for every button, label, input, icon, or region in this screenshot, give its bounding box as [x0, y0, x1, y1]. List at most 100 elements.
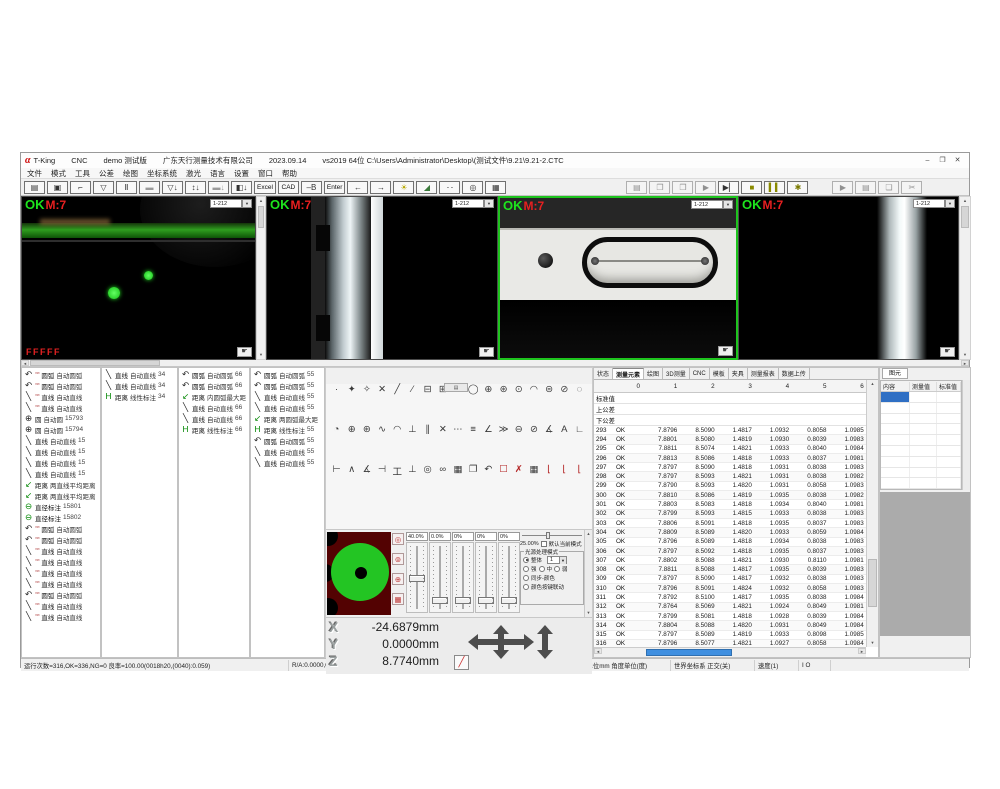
- toolbar-stage-button[interactable]: ▽: [93, 181, 114, 194]
- element-row[interactable]: [881, 457, 961, 468]
- list-item[interactable]: ↶圆弧自动圆弧55: [251, 380, 324, 391]
- list-item[interactable]: ↶***圆弧自动圆弧: [22, 380, 100, 391]
- tool-icon[interactable]: ✕: [377, 384, 388, 395]
- camera2-range-select[interactable]: 1-212▼: [452, 199, 484, 208]
- tool-icon[interactable]: ≫: [498, 424, 509, 435]
- list-item[interactable]: ╲***直线自动直线: [22, 578, 100, 589]
- toolbar-image-button[interactable]: ◢: [416, 181, 437, 194]
- menu-item[interactable]: 窗口: [258, 168, 273, 179]
- list-item[interactable]: ╲直线自动直线55: [251, 446, 324, 457]
- list-item[interactable]: ↶圆弧自动圆弧55: [251, 435, 324, 446]
- list-item[interactable]: ╲***直线自动直线: [22, 567, 100, 578]
- list-item[interactable]: ╲直线自动直线55: [251, 457, 324, 468]
- toolbar-magnifier-button[interactable]: ◎: [462, 181, 483, 194]
- measure-row[interactable]: 301OK7.88038.50831.48181.09340.80401.098…: [594, 500, 866, 509]
- toolbar-dash-button[interactable]: - -: [439, 181, 460, 194]
- list-item[interactable]: ↶***圆弧自动圆弧: [22, 534, 100, 545]
- scroll-right-icon[interactable]: ►: [858, 648, 866, 654]
- scroll-thumb[interactable]: [961, 206, 969, 228]
- toolbar-plug-button[interactable]: –B: [301, 181, 322, 194]
- menu-item[interactable]: 激光: [186, 168, 201, 179]
- channel-select[interactable]: 1▼: [547, 556, 567, 564]
- list-item[interactable]: ↙距离两圆弧最大距: [251, 413, 324, 424]
- measure-row[interactable]: 315OK7.87978.50891.48191.09330.80981.098…: [594, 631, 866, 640]
- light-channel-slider[interactable]: 40.0%: [406, 532, 428, 613]
- slider-track[interactable]: [452, 542, 474, 613]
- list-item[interactable]: ╲***直线自动直线: [22, 600, 100, 611]
- measure-row[interactable]: 299OK7.87908.50931.48201.09310.80581.098…: [594, 482, 866, 491]
- z-jog-arrows-icon[interactable]: [542, 634, 548, 650]
- list-item[interactable]: ↶***圆弧自动圆弧: [22, 589, 100, 600]
- tolerance-row[interactable]: 标准值: [594, 393, 866, 404]
- ring-light-on[interactable]: [331, 543, 389, 601]
- slider-track[interactable]: [475, 542, 497, 613]
- tool-icon[interactable]: ∧: [346, 464, 357, 478]
- tool-icon[interactable]: ⌊: [574, 464, 585, 478]
- tool-icon[interactable]: ⊛: [361, 424, 372, 435]
- toolbar-cad-button[interactable]: CAD: [278, 181, 299, 194]
- light-channel-slider[interactable]: 0%: [498, 532, 520, 613]
- camera3-range-select[interactable]: 1-212▼: [691, 200, 723, 209]
- toolbar-save-2-button[interactable]: ▤: [626, 181, 647, 194]
- scroll-left-icon[interactable]: ◄: [21, 360, 29, 366]
- tool-icon[interactable]: ⊕: [483, 384, 494, 395]
- list-item[interactable]: ╲直线自动直线55: [251, 391, 324, 402]
- measure-row[interactable]: 307OK7.88028.50881.48211.09300.81101.098…: [594, 556, 866, 565]
- grab-tool-icon[interactable]: ☛: [940, 347, 955, 357]
- tool-icon[interactable]: ⊕: [346, 424, 357, 435]
- measure-row[interactable]: 313OK7.87998.50811.48181.09280.80391.098…: [594, 612, 866, 621]
- list-item[interactable]: ╲直线自动直线15: [22, 435, 100, 446]
- tool-icon[interactable]: ↶: [483, 464, 494, 478]
- list-item[interactable]: ╲***直线自动直线: [22, 611, 100, 622]
- tool-icon[interactable]: ❐: [468, 464, 479, 478]
- camera-view-4[interactable]: OKM:7 1-212▼ ☛: [738, 196, 959, 360]
- list-item[interactable]: ╲直线自动直线34: [102, 380, 177, 391]
- scroll-thumb[interactable]: [868, 559, 877, 607]
- scroll-thumb[interactable]: [258, 206, 264, 228]
- tool-icon[interactable]: ▦: [453, 464, 464, 478]
- measure-row[interactable]: 308OK7.88118.50881.48171.09350.80391.098…: [594, 565, 866, 574]
- toolbar-play-2-button[interactable]: ▶: [832, 181, 853, 194]
- scroll-up-icon[interactable]: ▲: [867, 380, 878, 388]
- scroll-down-icon[interactable]: ▼: [257, 351, 265, 359]
- slider-track[interactable]: [498, 542, 520, 613]
- list-item[interactable]: H距离线性标注55: [251, 424, 324, 435]
- tool-icon[interactable]: ◌: [574, 384, 585, 395]
- toolbar-play-to-end-button[interactable]: ▶▏: [718, 181, 739, 194]
- camera-view-3-selected[interactable]: OKM:7 1-212▼ ☛: [498, 196, 738, 360]
- camera4-vscroll[interactable]: ▲ ▼: [959, 196, 971, 360]
- element-row[interactable]: [881, 468, 961, 479]
- list-item[interactable]: ╲***直线自动直线: [22, 545, 100, 556]
- light-mode-icon[interactable]: ⊕: [392, 573, 404, 585]
- list-item[interactable]: ↶圆弧自动圆弧66: [179, 369, 249, 380]
- camera1-range-select[interactable]: 1-212▼: [210, 199, 242, 208]
- tool-icon[interactable]: ✧: [361, 384, 372, 395]
- chevron-down-icon[interactable]: ▼: [945, 199, 955, 208]
- list-item[interactable]: ⊕圆自动圆15793: [22, 413, 100, 424]
- element-row[interactable]: [881, 403, 961, 414]
- camera1-vscroll[interactable]: ▲ ▼: [256, 196, 266, 360]
- measure-row[interactable]: 302OK7.87998.50931.48151.09330.80381.098…: [594, 510, 866, 519]
- radio-color-link[interactable]: [523, 584, 529, 590]
- tool-icon[interactable]: ◎: [422, 464, 433, 478]
- table-tab[interactable]: 状态: [594, 368, 613, 379]
- tool-icon[interactable]: ∞: [437, 464, 448, 478]
- menu-item[interactable]: 帮助: [282, 168, 297, 179]
- menu-item[interactable]: 文件: [27, 168, 42, 179]
- element-row[interactable]: [881, 478, 961, 489]
- slider-track[interactable]: [429, 542, 451, 613]
- camera-hscroll[interactable]: ◄ ►: [21, 360, 969, 367]
- list-item[interactable]: ↶***圆弧自动圆弧: [22, 523, 100, 534]
- slider-thumb[interactable]: [409, 575, 425, 582]
- tool-icon[interactable]: ◯: [468, 384, 479, 395]
- table-vscroll[interactable]: ▲ ▼: [866, 380, 878, 647]
- light-mode-icon[interactable]: ◎: [392, 533, 404, 545]
- toolbar-block-down-button[interactable]: ▬↓: [208, 181, 229, 194]
- radio-weak[interactable]: [554, 566, 560, 572]
- measure-row[interactable]: 297OK7.87978.50901.48181.09310.80381.098…: [594, 463, 866, 472]
- tool-icon[interactable]: ✗: [513, 464, 524, 478]
- toolbar-play-button[interactable]: ▶: [695, 181, 716, 194]
- list-item[interactable]: ╲***直线自动直线: [22, 391, 100, 402]
- list-item[interactable]: ╲直线自动直线15: [22, 468, 100, 479]
- tolerance-row[interactable]: 下公差: [594, 415, 866, 426]
